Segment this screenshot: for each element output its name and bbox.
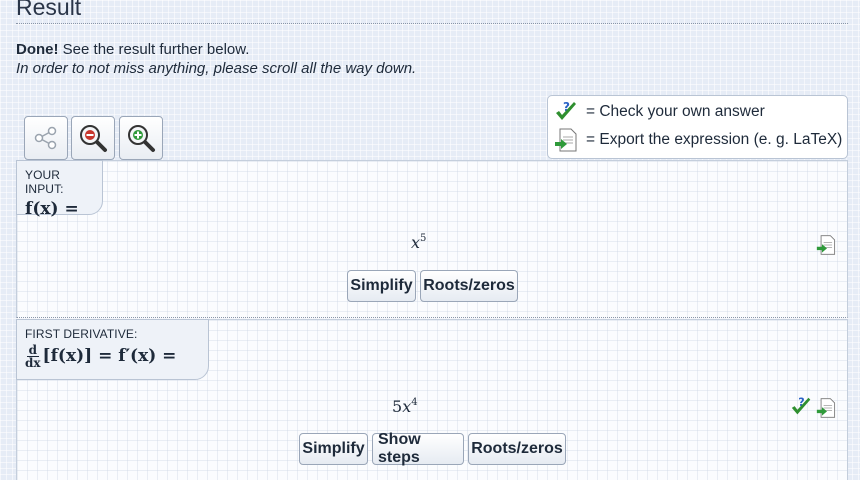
zoom-out-button[interactable] <box>71 116 115 160</box>
derivative-lhs-text: [f(x)] = f′(x) = <box>42 346 177 366</box>
export-icon <box>555 128 577 152</box>
derivative-panel: FIRST DERIVATIVE: d dx [f(x)] = f′(x) = … <box>16 319 848 480</box>
done-text: See the result further below. <box>58 41 250 58</box>
derivative-expression: 5x4 <box>392 397 418 416</box>
input-roots-button[interactable]: Roots/zeros <box>420 270 518 302</box>
derivative-check-button[interactable]: ? <box>790 395 814 424</box>
check-answer-icon: ? <box>556 100 576 120</box>
scroll-note: In order to not miss anything, please sc… <box>16 60 417 77</box>
share-icon <box>34 126 57 150</box>
derivative-expr-base: x <box>402 397 412 416</box>
input-simplify-button[interactable]: Simplify <box>347 270 416 302</box>
derivative-steps-button[interactable]: Show steps <box>372 431 464 466</box>
derivative-expr-coef: 5 <box>392 397 403 416</box>
icon-legend: ? = Check your own answer = Export the e… <box>547 95 848 159</box>
input-label: YOUR INPUT: <box>25 168 64 196</box>
legend-export-text: = Export the expression (e. g. LaTeX) <box>586 131 843 148</box>
input-expr-exp: 5 <box>420 233 427 244</box>
input-expression: x5 <box>411 233 426 252</box>
legend-export-row: = Export the expression (e. g. LaTeX) <box>554 128 842 152</box>
legend-check-text: = Check your own answer <box>586 103 765 120</box>
zoom-in-icon <box>128 125 155 152</box>
zoom-out-icon <box>80 125 107 152</box>
derivative-lhs: d dx [f(x)] = f′(x) = <box>25 344 200 369</box>
derivative-fraction: d dx <box>25 344 41 369</box>
status-message: Done! See the result further below. <box>16 41 249 58</box>
derivative-roots-button[interactable]: Roots/zeros <box>468 433 566 465</box>
page-title: Result <box>16 0 848 24</box>
input-panel: YOUR INPUT: f(x) = x5 Simplify Roots/zer… <box>16 160 848 318</box>
legend-check-row: ? = Check your own answer <box>554 100 765 124</box>
check-answer-icon: ? <box>791 396 811 415</box>
zoom-in-button[interactable] <box>119 116 163 160</box>
derivative-label: FIRST DERIVATIVE: <box>25 327 138 341</box>
export-icon <box>816 235 836 255</box>
input-expr-base: x <box>411 233 421 252</box>
share-button[interactable] <box>24 116 68 160</box>
input-tag: YOUR INPUT: f(x) = <box>16 160 103 219</box>
derivative-tag: FIRST DERIVATIVE: d dx [f(x)] = f′(x) = <box>16 319 209 380</box>
derivative-export-button[interactable] <box>816 396 838 425</box>
input-lhs: f(x) = <box>25 199 79 219</box>
derivative-simplify-button[interactable]: Simplify <box>299 433 368 465</box>
fraction-denominator: dx <box>25 356 41 370</box>
done-label: Done! <box>16 41 59 58</box>
export-icon <box>816 398 836 418</box>
derivative-expr-exp: 4 <box>411 397 418 408</box>
input-export-button[interactable] <box>816 233 838 262</box>
